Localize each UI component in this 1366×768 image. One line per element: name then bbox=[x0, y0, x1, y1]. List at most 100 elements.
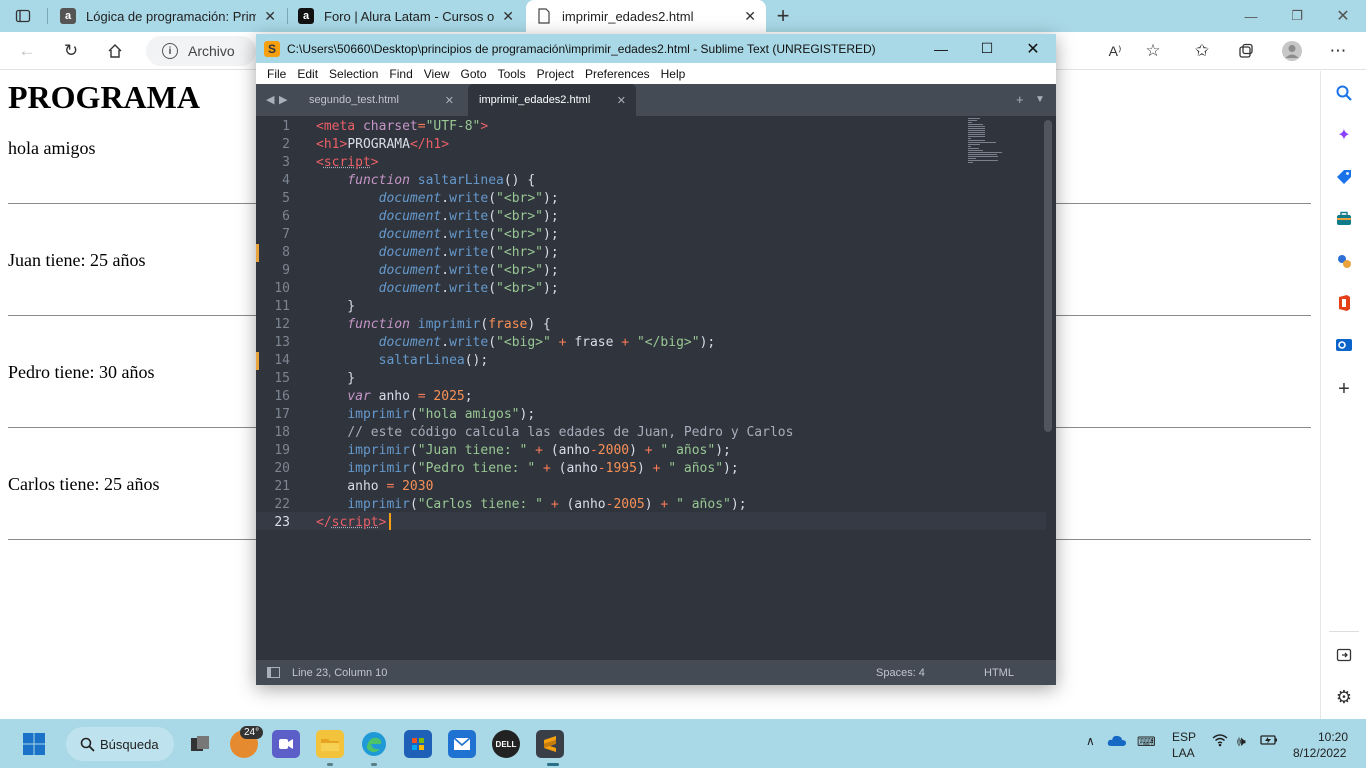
sublime-tab-imprimir-edades[interactable]: imprimir_edades2.html ✕ bbox=[468, 84, 636, 116]
code-token: anho bbox=[316, 479, 387, 494]
indentation-setting[interactable]: Spaces: 4 bbox=[876, 667, 925, 679]
taskbar-search[interactable]: Búsqueda bbox=[66, 727, 174, 761]
tab-prev-arrow-icon[interactable]: ◀ bbox=[266, 93, 274, 106]
close-tab-icon[interactable]: ✕ bbox=[264, 8, 276, 25]
menu-view[interactable]: View bbox=[419, 67, 455, 81]
more-menu-icon[interactable]: ⋯ bbox=[1325, 38, 1351, 64]
code-token: document bbox=[378, 263, 442, 278]
dell-icon[interactable]: DELL bbox=[492, 730, 520, 758]
menu-project[interactable]: Project bbox=[532, 67, 579, 81]
windows-start-icon[interactable] bbox=[20, 730, 48, 758]
onedrive-cloud-icon[interactable] bbox=[1107, 733, 1127, 750]
input-language[interactable]: ESP bbox=[1172, 730, 1196, 744]
address-bar[interactable]: i Archivo bbox=[146, 36, 256, 66]
tools-briefcase-icon[interactable] bbox=[1330, 205, 1358, 233]
sublime-tab-segundo-test[interactable]: segundo_test.html ✕ bbox=[298, 84, 464, 116]
modified-line-marker bbox=[256, 244, 259, 262]
microsoft-store-icon[interactable] bbox=[404, 730, 432, 758]
outlook-icon[interactable] bbox=[1330, 331, 1358, 359]
battery-charging-icon[interactable] bbox=[1260, 733, 1278, 750]
mail-icon[interactable] bbox=[448, 730, 476, 758]
minimap-line bbox=[968, 140, 985, 141]
menu-goto[interactable]: Goto bbox=[456, 67, 492, 81]
input-region[interactable]: LAA bbox=[1172, 746, 1195, 760]
settings-gear-icon[interactable]: ⚙ bbox=[1330, 683, 1358, 711]
search-label: Búsqueda bbox=[100, 736, 159, 752]
code-token: ); bbox=[543, 245, 559, 260]
new-file-plus-icon[interactable]: + bbox=[1016, 92, 1024, 107]
code-token: charset bbox=[362, 119, 418, 134]
browser-sidebar: ✦ + ⚙ bbox=[1320, 71, 1366, 719]
menu-preferences[interactable]: Preferences bbox=[580, 67, 655, 81]
code-token: imprimir bbox=[417, 317, 481, 332]
sublime-minimize-icon[interactable]: — bbox=[918, 34, 964, 63]
minimap[interactable] bbox=[966, 118, 1030, 166]
browser-tab-imprimir-edades[interactable]: imprimir_edades2.html ✕ bbox=[526, 0, 766, 32]
tab-list-chevron-icon[interactable]: ▼ bbox=[1035, 94, 1045, 105]
menu-selection[interactable]: Selection bbox=[324, 67, 383, 81]
keyboard-icon[interactable]: ⌨ bbox=[1137, 734, 1156, 750]
file-explorer-icon[interactable] bbox=[316, 730, 344, 758]
close-tab-icon[interactable]: ✕ bbox=[445, 94, 454, 107]
show-hidden-icons-chevron-icon[interactable]: ∧ bbox=[1086, 734, 1095, 748]
games-icon[interactable] bbox=[1330, 247, 1358, 275]
refresh-icon[interactable]: ↻ bbox=[58, 38, 84, 64]
code-token: document bbox=[378, 245, 442, 260]
new-tab-button[interactable]: + bbox=[770, 3, 796, 29]
collections-icon[interactable] bbox=[1233, 38, 1259, 64]
code-token: "UTF-8" bbox=[425, 119, 481, 134]
sublime-maximize-icon[interactable]: ☐ bbox=[964, 34, 1010, 63]
sublime-close-icon[interactable]: ✕ bbox=[1010, 34, 1056, 63]
tab-actions-icon[interactable] bbox=[10, 3, 36, 29]
output-line: hola amigos bbox=[8, 138, 96, 158]
close-tab-icon[interactable]: ✕ bbox=[502, 8, 514, 25]
line-number: 9 bbox=[282, 263, 290, 278]
back-arrow-icon[interactable]: ← bbox=[14, 38, 40, 64]
info-icon[interactable]: i bbox=[162, 43, 178, 59]
code-token: write bbox=[449, 281, 489, 296]
browser-tab-logica[interactable]: a Lógica de programación: Primer ✕ bbox=[50, 0, 286, 32]
close-window-icon[interactable]: ✕ bbox=[1320, 0, 1366, 32]
add-favorite-icon[interactable]: ☆ bbox=[1140, 38, 1166, 64]
tab-next-arrow-icon[interactable]: ▶ bbox=[279, 93, 287, 106]
sublime-title-bar[interactable]: S C:\Users\50660\Desktop\principios de p… bbox=[256, 34, 1056, 63]
menu-help[interactable]: Help bbox=[656, 67, 691, 81]
code-token: 2030 bbox=[402, 479, 434, 494]
menu-file[interactable]: File bbox=[262, 67, 291, 81]
profile-avatar-icon[interactable] bbox=[1279, 38, 1305, 64]
copilot-sparkle-icon[interactable]: ✦ bbox=[1330, 121, 1358, 149]
vertical-scrollbar[interactable] bbox=[1044, 120, 1052, 432]
syntax-setting[interactable]: HTML bbox=[984, 667, 1014, 679]
wifi-icon[interactable] bbox=[1212, 733, 1228, 750]
hide-sidebar-icon[interactable] bbox=[1330, 641, 1358, 669]
browser-tab-foro[interactable]: a Foro | Alura Latam - Cursos onlin ✕ bbox=[288, 0, 524, 32]
code-editor[interactable]: 1 2 3 4 5 6 7 8 9 10 11 12 13 14 15 16 17 18 19 20 21 22 23 <m… bbox=[256, 116, 1056, 660]
menu-find[interactable]: Find bbox=[384, 67, 417, 81]
toggle-panel-icon[interactable] bbox=[267, 667, 280, 678]
close-tab-icon[interactable]: ✕ bbox=[617, 94, 626, 107]
restore-icon[interactable]: ❐ bbox=[1274, 0, 1320, 32]
teams-chat-icon[interactable] bbox=[272, 730, 300, 758]
shopping-tag-icon[interactable] bbox=[1330, 163, 1358, 191]
code-token: 2000 bbox=[597, 443, 630, 458]
task-view-icon[interactable] bbox=[186, 730, 214, 758]
code-line: document.write("<big>" + frase + "</big>… bbox=[316, 334, 716, 352]
favorites-icon[interactable]: ✩ bbox=[1189, 38, 1215, 64]
search-icon[interactable] bbox=[1330, 79, 1358, 107]
menu-edit[interactable]: Edit bbox=[292, 67, 323, 81]
add-icon[interactable]: + bbox=[1330, 375, 1358, 403]
sublime-text-taskbar-icon[interactable] bbox=[536, 730, 564, 758]
line-number: 11 bbox=[274, 299, 290, 314]
minimize-icon[interactable]: — bbox=[1228, 0, 1274, 32]
menu-tools[interactable]: Tools bbox=[493, 67, 531, 81]
close-tab-icon[interactable]: ✕ bbox=[744, 8, 756, 25]
volume-icon[interactable]: 🕪 bbox=[1237, 733, 1246, 750]
office-icon[interactable] bbox=[1330, 289, 1358, 317]
clock-date[interactable]: 8/12/2022 bbox=[1293, 746, 1346, 760]
clock-time[interactable]: 10:20 bbox=[1318, 730, 1348, 744]
home-icon[interactable] bbox=[102, 38, 128, 64]
edge-browser-icon[interactable] bbox=[360, 730, 388, 758]
read-aloud-icon[interactable]: A⁾ bbox=[1102, 38, 1128, 64]
